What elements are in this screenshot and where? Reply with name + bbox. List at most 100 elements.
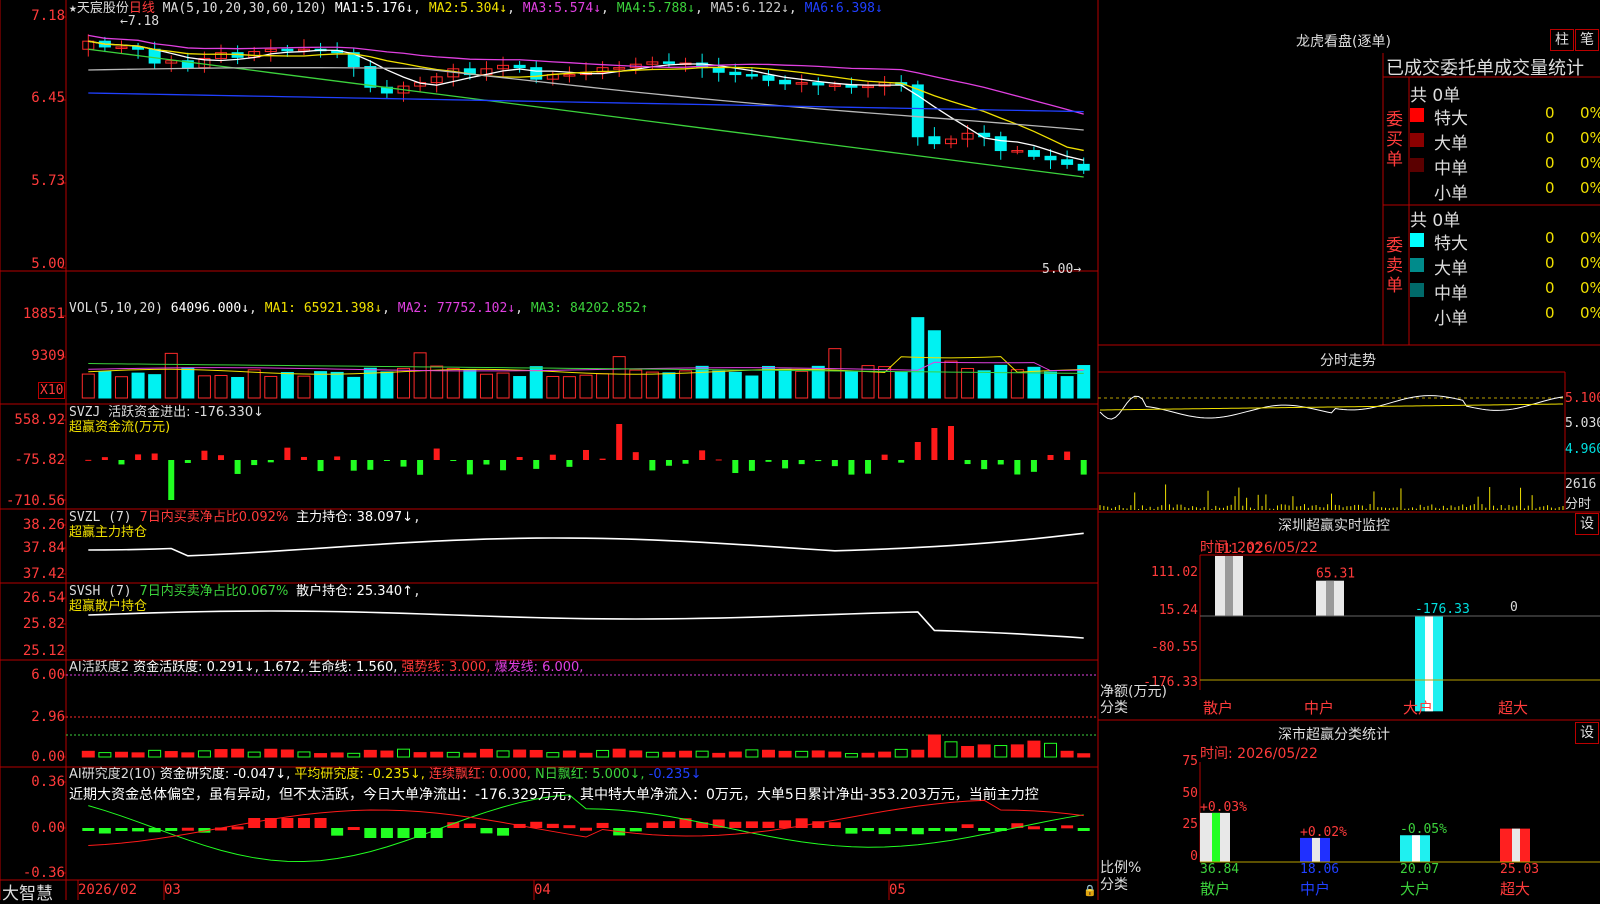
svzj-header: SVZJ 活跃资金进出: -176.330↓ [69, 405, 264, 420]
classify-cat-1: 中户 [1300, 880, 1330, 898]
ai2-e: -0.235↓ [648, 767, 702, 782]
volume-bar [280, 372, 294, 399]
classify-value-0: 36.84 [1200, 862, 1239, 877]
monitor-bar-label-1: 65.31 [1316, 567, 1355, 582]
volume-bar [994, 364, 1008, 399]
research-bar [347, 827, 360, 831]
kline-header: ★天宸股份日线 MA(5,10,20,30,60,120) MA1:5.176↓… [69, 1, 883, 16]
volume-bar [214, 374, 228, 399]
ai2-d: N日飘红: 5.000↓, [535, 767, 645, 782]
fundflow-bar [417, 460, 424, 475]
volume-bar [231, 376, 245, 399]
fundflow-bar [284, 447, 291, 460]
fundflow-bar [218, 455, 225, 460]
monitor-cat-0: 散户 [1203, 699, 1233, 717]
fundflow-bar [300, 456, 307, 460]
activity-bar [231, 748, 245, 758]
ma6-value: 6.398↓ [835, 1, 883, 16]
vol-unit-badge[interactable]: X10 [38, 382, 66, 399]
volume-bar [795, 370, 809, 399]
monitor-bar-shine-1 [1326, 580, 1334, 616]
fundflow-bar [466, 460, 473, 475]
research-bar [1044, 828, 1057, 831]
sell-swatch [1410, 283, 1424, 297]
sell-side-label: 委卖单 [1386, 236, 1403, 296]
fundflow-bar [798, 460, 805, 465]
classify-bar-shine-2 [1412, 835, 1420, 862]
volume-bar [446, 368, 460, 399]
candle-body [762, 75, 775, 81]
volume-bar [314, 371, 328, 399]
fundflow-bar [964, 460, 971, 465]
sell-count: 0 [1545, 304, 1555, 322]
activity-bar [745, 749, 759, 758]
svsh-label: SVSH (7) [69, 584, 132, 599]
fundflow-bar [433, 448, 440, 460]
monitor-tick-2: 15.24 [1158, 603, 1198, 618]
volume-bar [579, 374, 593, 399]
lhb-title: 龙虎看盘(逐单) [1296, 34, 1391, 50]
classify-chg-1: +0.02% [1300, 825, 1347, 840]
activity-bar [98, 752, 112, 758]
research-bar [364, 828, 377, 838]
svzj-sub: 超赢资金流(万元) [69, 420, 171, 435]
ai1-header: AI活跃度2 资金活跃度: 0.291↓, 1.672, 生命线: 1.560,… [69, 660, 583, 675]
research-bar [480, 828, 493, 834]
volume-bar [479, 373, 493, 399]
monitor-cat-2: 大户 [1403, 699, 1433, 717]
volume-bar [546, 375, 560, 399]
research-bar [779, 820, 792, 828]
y-tick-718: 7.18 [31, 8, 65, 24]
date-label-apr: 04 [534, 882, 551, 898]
classify-tick-2: 50 [1182, 786, 1198, 801]
classify-settings-button[interactable]: 设 [1575, 722, 1599, 744]
research-bar [1061, 825, 1074, 829]
research-bar [530, 821, 543, 828]
activity-bar [645, 751, 659, 758]
activity-bar [927, 734, 941, 758]
monitor-bar-label-3: 0 [1510, 600, 1518, 615]
activity-bar [828, 751, 842, 758]
ai2-b: 平均研究度: -0.235↓, [294, 767, 425, 782]
vol-header: VOL(5,10,20) 64096.000↓, MA1: 65921.398↓… [69, 301, 649, 316]
volume-bar [148, 374, 162, 399]
monitor-settings-button[interactable]: 设 [1575, 513, 1599, 535]
sell-swatch [1410, 258, 1424, 272]
activity-bar [612, 748, 626, 758]
candle-body [148, 48, 161, 64]
volume-bar [695, 365, 709, 399]
bar-view-button[interactable]: 柱 [1550, 29, 1574, 51]
fundflow-bar [997, 460, 1004, 465]
activity-bar [314, 753, 328, 758]
fundflow-bar [931, 428, 938, 460]
tick-view-button[interactable]: 笔 [1575, 29, 1599, 51]
fundflow-bar [101, 457, 108, 460]
volume-bar [861, 365, 875, 399]
sell-name: 特大 [1434, 234, 1468, 254]
volume-bar [977, 370, 991, 399]
buy-row-2: 中单 0 0% [1410, 154, 1600, 179]
volume-bar [679, 370, 693, 399]
sell-row-2: 中单 0 0% [1410, 279, 1600, 304]
chart-canvas[interactable]: 111.02 散户 65.31 中户 -176.33 大户 0 超大 +0.03% 36.84 散户… [0, 0, 1600, 900]
svsh-tick-2: 25.82 [22, 616, 65, 632]
buy-side-label: 委买单 [1386, 110, 1403, 170]
volume-bar [1060, 376, 1074, 399]
classify-bars: +0.03% 36.84 散户 +0.02% 18.06 中户 -0.05% 20.07 大户 2… [1200, 800, 1539, 898]
lock-icon[interactable]: 🔒 [1083, 884, 1097, 897]
low-price-label: 5.00→ [1042, 262, 1082, 277]
sell-count: 0 [1545, 279, 1555, 297]
fundflow-bar [1080, 460, 1087, 475]
fundflow-bar [500, 460, 507, 471]
activity-bar [264, 748, 278, 758]
volume-bar [1044, 371, 1058, 399]
buy-total: 共 0单 [1410, 86, 1461, 106]
monitor-bar-label-2: -176.33 [1415, 602, 1470, 617]
buy-row-3: 小单 0 0% [1410, 179, 1600, 204]
research-bar [662, 821, 675, 828]
volume-bar [496, 372, 510, 399]
volume-bar [745, 375, 759, 399]
monitor-bar-shine-2 [1425, 616, 1433, 712]
research-bar [580, 827, 592, 831]
monitor-unit-2: 分类 [1100, 700, 1128, 716]
